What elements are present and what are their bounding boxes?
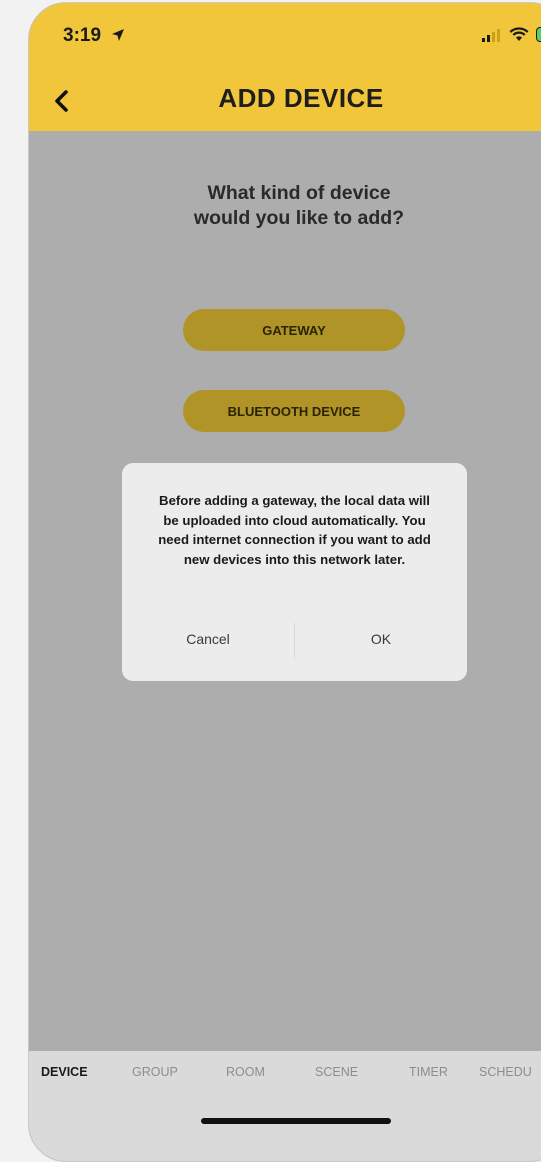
status-indicators: [482, 27, 541, 47]
app-header: 3:19: [29, 3, 541, 131]
cellular-signal-icon: [482, 28, 502, 47]
tab-timer[interactable]: TIMER: [409, 1065, 448, 1079]
page-title: ADD DEVICE: [29, 83, 541, 114]
tab-scene[interactable]: SCENE: [315, 1065, 358, 1079]
bluetooth-device-button[interactable]: BLUETOOTH DEVICE: [183, 390, 405, 432]
bottom-tab-bar: DEVICE GROUP ROOM SCENE TIMER SCHEDU: [29, 1051, 541, 1162]
cancel-button[interactable]: Cancel: [122, 619, 294, 659]
phone-screen: 3:19: [28, 2, 541, 1162]
location-arrow-icon: [111, 28, 125, 47]
tab-room[interactable]: ROOM: [226, 1065, 265, 1079]
status-time: 3:19: [63, 25, 101, 47]
wifi-icon: [509, 27, 529, 47]
device-type-question: What kind of device would you like to ad…: [149, 181, 449, 231]
home-indicator[interactable]: [201, 1118, 391, 1124]
gateway-button[interactable]: GATEWAY: [183, 309, 405, 351]
gateway-alert-dialog: Before adding a gateway, the local data …: [122, 463, 467, 681]
ok-button[interactable]: OK: [295, 619, 467, 659]
tab-schedule[interactable]: SCHEDU: [479, 1065, 532, 1079]
tab-group[interactable]: GROUP: [132, 1065, 178, 1079]
dialog-message: Before adding a gateway, the local data …: [150, 491, 439, 569]
battery-charging-icon: [536, 27, 541, 47]
tab-device[interactable]: DEVICE: [41, 1065, 88, 1079]
